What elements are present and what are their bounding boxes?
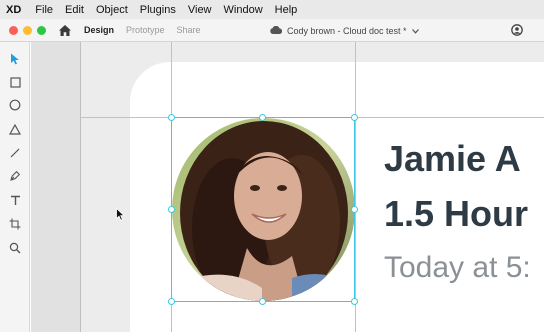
menu-help[interactable]: Help	[269, 4, 304, 16]
select-tool-icon[interactable]	[7, 51, 23, 67]
chevron-down-icon	[411, 26, 419, 36]
cloud-icon	[270, 25, 283, 36]
menu-edit[interactable]: Edit	[59, 4, 90, 16]
zoom-tool-icon[interactable]	[7, 240, 23, 256]
menu-bar: XD File Edit Object Plugins View Window …	[0, 0, 544, 19]
line-tool-icon[interactable]	[7, 145, 23, 161]
document-title: Cody brown - Cloud doc test *	[287, 25, 407, 36]
duration-text[interactable]: 1.5 Hour	[384, 193, 528, 235]
name-text[interactable]: Jamie A	[384, 138, 521, 180]
resize-handle[interactable]	[351, 114, 358, 121]
menu-window[interactable]: Window	[218, 4, 269, 16]
artboard-edge-line	[80, 42, 81, 332]
resize-handle[interactable]	[351, 298, 358, 305]
vertical-guide[interactable]	[355, 42, 356, 332]
mouse-cursor-icon	[116, 207, 126, 226]
menu-view[interactable]: View	[182, 4, 218, 16]
menu-file[interactable]: File	[29, 4, 59, 16]
app-menu[interactable]: XD	[0, 4, 29, 16]
polygon-tool-icon[interactable]	[7, 121, 23, 137]
home-icon[interactable]	[58, 23, 72, 37]
resize-handle[interactable]	[259, 298, 266, 305]
minimize-window-button[interactable]	[23, 25, 32, 35]
tab-share[interactable]: Share	[177, 25, 201, 35]
tab-design[interactable]: Design	[84, 25, 114, 35]
pasteboard-strip	[31, 42, 80, 332]
tab-prototype[interactable]: Prototype	[126, 25, 165, 35]
pen-tool-icon[interactable]	[7, 168, 23, 184]
selection-box	[171, 117, 355, 302]
resize-handle[interactable]	[168, 206, 175, 213]
app-header: Design Prototype Share Cody brown - Clou…	[0, 19, 544, 42]
resize-handle[interactable]	[168, 298, 175, 305]
tools-panel	[0, 42, 30, 332]
text-tool-icon[interactable]	[7, 192, 23, 208]
time-text[interactable]: Today at 5:	[384, 251, 531, 285]
rectangle-tool-icon[interactable]	[7, 74, 23, 90]
close-window-button[interactable]	[9, 25, 18, 35]
resize-handle[interactable]	[168, 114, 175, 121]
ellipse-tool-icon[interactable]	[7, 97, 23, 113]
resize-handle[interactable]	[351, 206, 358, 213]
document-title-dropdown[interactable]: Cody brown - Cloud doc test *	[270, 19, 419, 42]
menu-object[interactable]: Object	[90, 4, 134, 16]
zoom-window-button[interactable]	[37, 25, 46, 35]
artboard-tool-icon[interactable]	[7, 216, 23, 232]
menu-plugins[interactable]: Plugins	[134, 4, 182, 16]
account-icon[interactable]	[510, 23, 524, 37]
resize-handle[interactable]	[259, 114, 266, 121]
